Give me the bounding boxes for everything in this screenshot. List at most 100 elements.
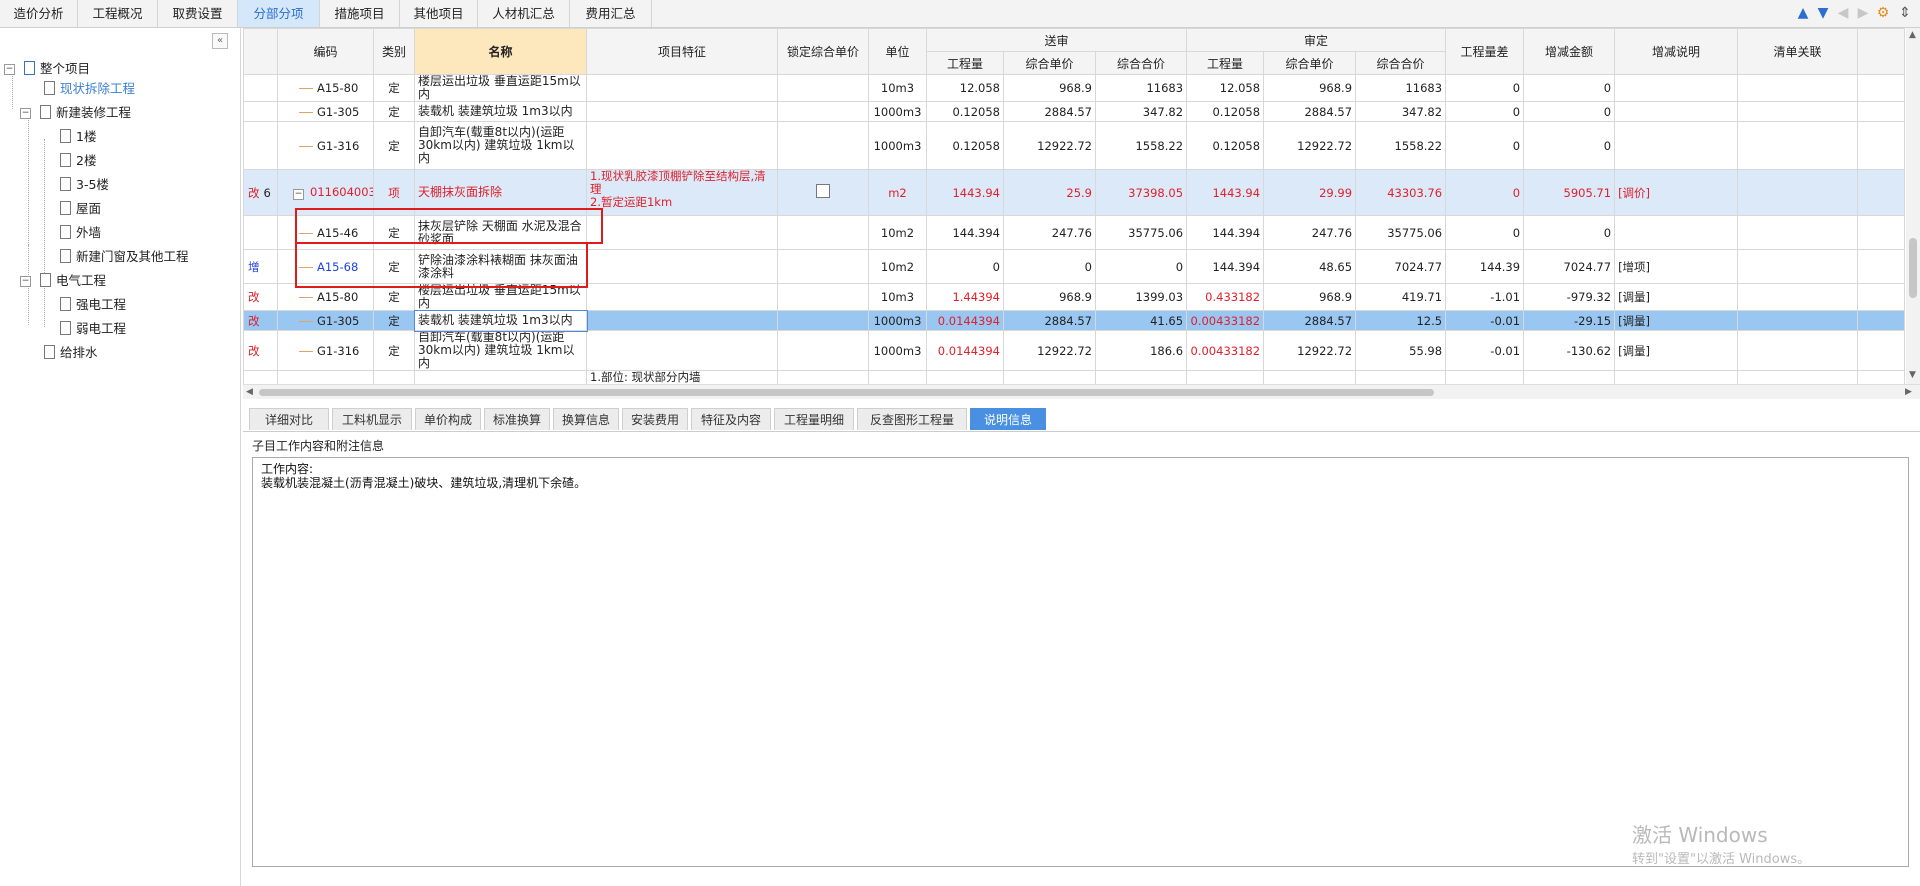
grid-horizontal-scrollbar[interactable]: ◀ ▶ — [243, 384, 1920, 399]
blank-cell[interactable] — [1857, 101, 1905, 122]
diff-note-cell[interactable] — [1614, 74, 1739, 102]
tab-feature-content[interactable]: 特征及内容 — [691, 408, 771, 430]
col-header-type[interactable]: 类别 — [373, 28, 415, 75]
list-link-cell[interactable] — [1737, 169, 1859, 216]
sent-qty-cell[interactable]: 0.0144394 — [926, 330, 1004, 371]
arrow-down-icon[interactable]: ▼ — [1814, 4, 1832, 22]
diff-note-cell[interactable] — [1614, 101, 1739, 122]
review-total-cell[interactable]: 35775.06 — [1355, 215, 1447, 250]
qty-diff-cell[interactable]: 0 — [1445, 215, 1525, 250]
tab-fee-summary[interactable]: 费用汇总 — [570, 0, 652, 27]
row-mark-cell[interactable] — [243, 121, 278, 170]
unit-cell[interactable]: 1000m3 — [868, 101, 927, 122]
review-total-cell[interactable]: 55.98 — [1355, 330, 1447, 371]
list-link-cell[interactable] — [1737, 101, 1859, 122]
name-cell[interactable]: 楼层运出垃圾 垂直运距15m以内 — [414, 74, 587, 102]
type-cell[interactable]: 定 — [373, 310, 415, 331]
qty-diff-cell[interactable]: 0 — [1445, 121, 1525, 170]
scroll-right-icon[interactable]: ▶ — [1905, 387, 1912, 397]
collapse-panel-button[interactable]: « — [212, 33, 228, 49]
col-header-feature[interactable]: 项目特征 — [586, 28, 778, 75]
review-qty-cell[interactable]: 0.00433182 — [1186, 310, 1265, 331]
sent-total-cell[interactable]: 186.6 — [1094, 330, 1188, 371]
sent-total-cell[interactable]: 347.82 — [1094, 101, 1188, 122]
list-link-cell[interactable] — [1737, 215, 1859, 250]
col-header-unit[interactable]: 单位 — [868, 28, 927, 75]
code-cell[interactable]: G1-305 — [277, 310, 374, 331]
list-link-cell[interactable] — [1737, 121, 1859, 170]
unit-cell[interactable]: m2 — [868, 169, 927, 216]
row-mark-cell[interactable]: 改 — [243, 330, 278, 371]
amount-diff-cell[interactable]: 0 — [1523, 121, 1616, 170]
row-mark-cell[interactable] — [243, 215, 278, 250]
tab-cost-analysis[interactable]: 造价分析 — [0, 0, 78, 27]
tree-node-new-decoration[interactable]: − 新建装修工程 — [20, 102, 131, 124]
code-cell[interactable] — [277, 370, 374, 384]
code-cell[interactable]: A15-80 — [277, 74, 374, 102]
tab-labor-material-summary[interactable]: 人材机汇总 — [478, 0, 570, 27]
tab-standard-conversion[interactable]: 标准换算 — [484, 408, 550, 430]
col-header-review-qty[interactable]: 工程量 — [1186, 51, 1265, 75]
col-header-lock-price[interactable]: 锁定综合单价 — [777, 28, 869, 75]
diff-note-cell[interactable]: [调量] — [1614, 330, 1739, 371]
diff-note-cell[interactable]: [调量] — [1614, 283, 1739, 311]
review-total-cell[interactable]: 11683 — [1355, 74, 1447, 102]
name-cell[interactable]: 装载机 装建筑垃圾 1m3以内 — [414, 101, 587, 122]
review-price-cell[interactable]: 12922.72 — [1263, 121, 1357, 170]
type-cell[interactable] — [373, 370, 415, 384]
sent-qty-cell[interactable]: 144.394 — [926, 215, 1004, 250]
horizontal-scroll-thumb[interactable] — [259, 389, 1434, 396]
sent-qty-cell[interactable]: 1.44394 — [926, 283, 1004, 311]
type-cell[interactable]: 定 — [373, 330, 415, 371]
lock-price-cell[interactable] — [777, 121, 869, 170]
review-qty-cell[interactable]: 144.394 — [1186, 215, 1265, 250]
qty-diff-cell[interactable]: -0.01 — [1445, 330, 1525, 371]
blank-cell[interactable] — [1857, 330, 1905, 371]
row-mark-cell[interactable] — [243, 101, 278, 122]
feature-cell[interactable]: 1.现状乳胶漆顶棚铲除至结构层,清理 2.暂定运距1km — [586, 169, 778, 216]
sent-total-cell[interactable]: 37398.05 — [1094, 169, 1188, 216]
unit-cell[interactable]: 10m2 — [868, 215, 927, 250]
qty-diff-cell[interactable] — [1445, 370, 1525, 384]
grid-vertical-scrollbar[interactable]: ▲ ▼ — [1906, 28, 1920, 384]
sent-total-cell[interactable]: 35775.06 — [1094, 215, 1188, 250]
review-price-cell[interactable]: 247.76 — [1263, 215, 1357, 250]
lock-price-cell[interactable] — [777, 169, 869, 216]
tree-node-strong-current[interactable]: 强电工程 — [60, 294, 126, 316]
table-row[interactable]: G1-316 定自卸汽车(载重8t以内)(运距30km以内) 建筑垃圾 1km以内… — [243, 121, 1905, 170]
tab-install-fee[interactable]: 安装费用 — [622, 408, 688, 430]
review-price-cell[interactable]: 29.99 — [1263, 169, 1357, 216]
qty-diff-cell[interactable]: 0 — [1445, 74, 1525, 102]
row-mark-cell[interactable]: 改 — [243, 310, 278, 331]
col-header-qty-diff[interactable]: 工程量差 — [1445, 28, 1525, 75]
review-price-cell[interactable]: 968.9 — [1263, 283, 1357, 311]
review-total-cell[interactable]: 43303.76 — [1355, 169, 1447, 216]
tree-node-exterior-wall[interactable]: 外墙 — [60, 222, 101, 244]
amount-diff-cell[interactable]: 0 — [1523, 101, 1616, 122]
scroll-down-icon[interactable]: ▼ — [1909, 370, 1916, 380]
review-qty-cell[interactable]: 1443.94 — [1186, 169, 1265, 216]
blank-cell[interactable] — [1857, 370, 1905, 384]
table-row[interactable]: A15-80 定楼层运出垃圾 垂直运距15m以内 10m3 12.058 968.9 11… — [243, 74, 1905, 102]
tree-node-doors-windows[interactable]: 新建门窗及其他工程 — [60, 246, 189, 268]
name-cell[interactable]: 自卸汽车(载重8t以内)(运距30km以内) 建筑垃圾 1km以内 — [414, 330, 587, 371]
type-cell[interactable]: 定 — [373, 121, 415, 170]
amount-diff-cell[interactable]: 0 — [1523, 74, 1616, 102]
sent-price-cell[interactable]: 25.9 — [1003, 169, 1096, 216]
blank-cell[interactable] — [1857, 169, 1905, 216]
diff-note-cell[interactable]: [调量] — [1614, 310, 1739, 331]
row-mark-cell[interactable] — [243, 74, 278, 102]
feature-cell[interactable] — [586, 121, 778, 170]
qty-diff-cell[interactable]: -0.01 — [1445, 310, 1525, 331]
table-row[interactable]: 1.部位: 现状部分内墙 — [243, 370, 1905, 384]
unit-cell[interactable]: 1000m3 — [868, 330, 927, 371]
row-mark-cell[interactable] — [243, 370, 278, 384]
list-link-cell[interactable] — [1737, 310, 1859, 331]
col-header-amount-diff[interactable]: 增减金额 — [1523, 28, 1616, 75]
tree-node-demolition[interactable]: 现状拆除工程 — [44, 78, 135, 100]
col-header-review-price[interactable]: 综合单价 — [1263, 51, 1357, 75]
review-qty-cell[interactable]: 144.394 — [1186, 249, 1265, 284]
list-link-cell[interactable] — [1737, 330, 1859, 371]
sent-price-cell[interactable]: 0 — [1003, 249, 1096, 284]
sent-price-cell[interactable]: 968.9 — [1003, 74, 1096, 102]
